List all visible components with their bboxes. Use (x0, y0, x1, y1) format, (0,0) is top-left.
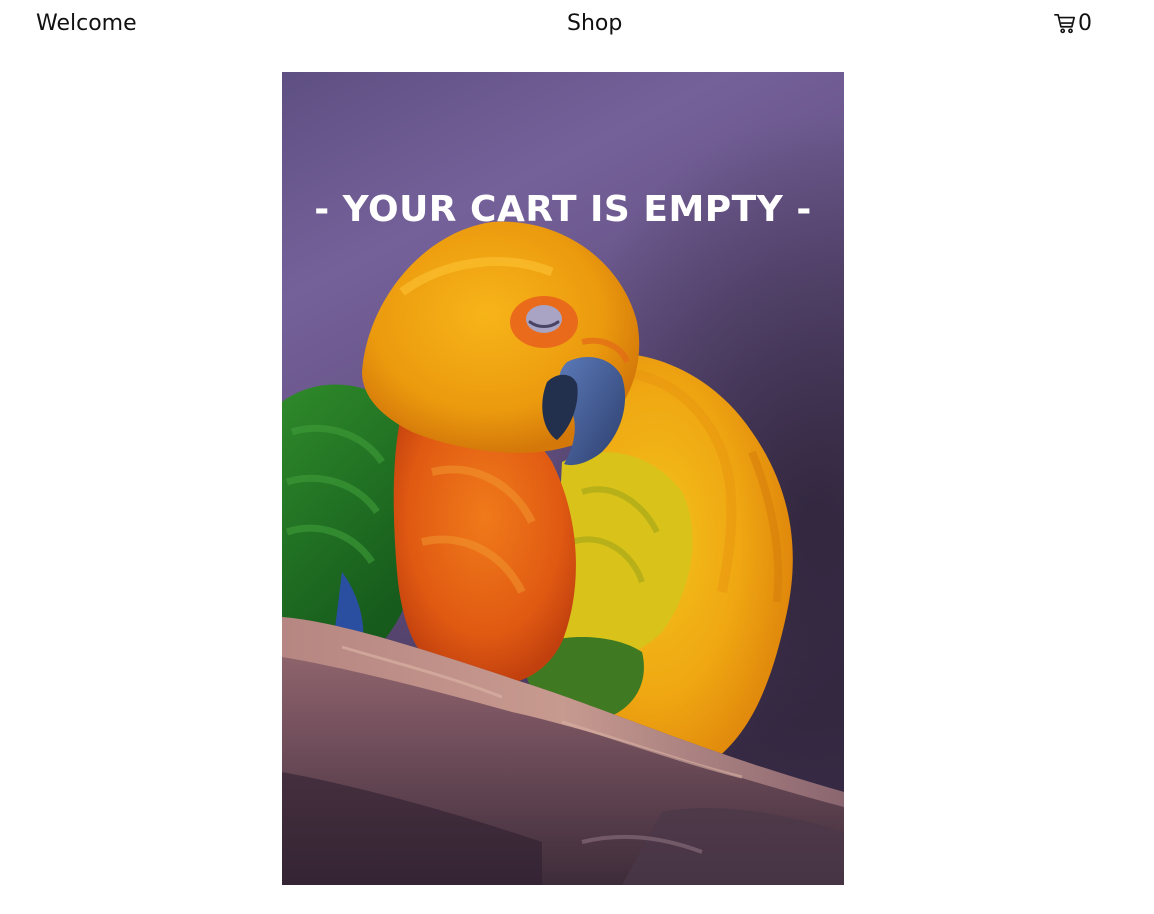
nav-welcome-link[interactable]: Welcome (36, 10, 137, 38)
cart-count: 0 (1078, 11, 1092, 36)
nav-shop-link[interactable]: Shop (567, 10, 622, 38)
shopping-cart-icon (1054, 13, 1076, 35)
nav-cart-link[interactable]: 0 (1054, 10, 1092, 38)
hero-banner: - YOUR CART IS EMPTY - (282, 72, 844, 885)
top-nav: Welcome Shop 0 (0, 0, 1154, 48)
empty-cart-message: - YOUR CART IS EMPTY - (314, 189, 812, 230)
